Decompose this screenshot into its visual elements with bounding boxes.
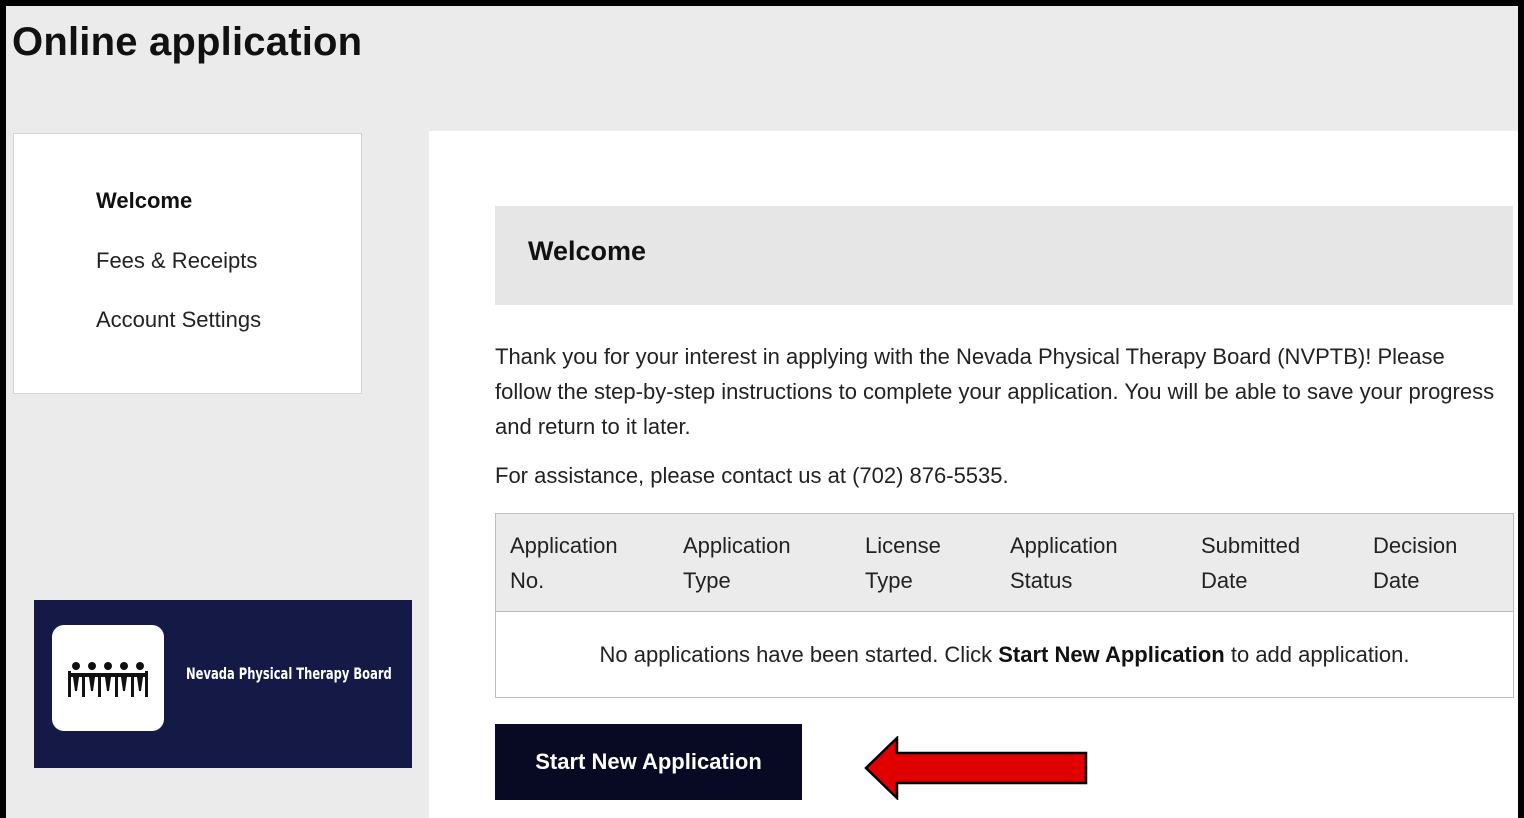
logo-text: Nevada Physical Therapy Board	[186, 664, 392, 683]
main-content: Welcome Thank you for your interest in a…	[429, 131, 1518, 818]
red-arrow-left-icon	[864, 736, 1088, 800]
column-header-application-status[interactable]: Application Status	[1010, 528, 1160, 598]
column-header-application-type[interactable]: Application Type	[683, 528, 833, 598]
welcome-header: Welcome	[495, 206, 1513, 305]
logo-tile	[52, 625, 164, 731]
sidebar-item-fees-receipts[interactable]: Fees & Receipts	[96, 248, 257, 274]
section-title: Welcome	[528, 236, 647, 266]
column-header-submitted-date[interactable]: Submitted Date	[1201, 528, 1351, 598]
sidebar-item-account-settings[interactable]: Account Settings	[96, 307, 261, 333]
applications-table: Application No. Application Type License Ty…	[495, 513, 1514, 698]
nvptb-logo: Nevada Physical Therapy Board	[34, 600, 412, 768]
column-header-application-no[interactable]: Application No.	[510, 528, 660, 598]
page-title: Online application	[12, 20, 363, 64]
intro-text: Thank you for your interest in applying …	[495, 344, 1495, 439]
column-header-license-type[interactable]: License Type	[865, 528, 1015, 598]
empty-message-before: No applications have been started. Click	[599, 641, 999, 667]
empty-message-after: to add application.	[1224, 641, 1410, 667]
empty-message-bold: Start New Application	[998, 641, 1225, 667]
assistance-text: For assistance, please contact us at (70…	[495, 463, 1009, 488]
empty-table-message: No applications have been started. Click…	[496, 612, 1513, 697]
board-meeting-icon	[68, 662, 148, 697]
page-container: Online application Welcome Fees & Receip…	[6, 6, 1518, 818]
table-header: Application No. Application Type License Ty…	[496, 514, 1513, 612]
sidebar-item-welcome[interactable]: Welcome	[96, 188, 192, 214]
column-header-decision-date[interactable]: Decision Date	[1373, 528, 1523, 598]
sidebar-nav: Welcome Fees & Receipts Account Settings	[13, 133, 362, 394]
start-new-application-button[interactable]: Start New Application	[495, 724, 802, 800]
